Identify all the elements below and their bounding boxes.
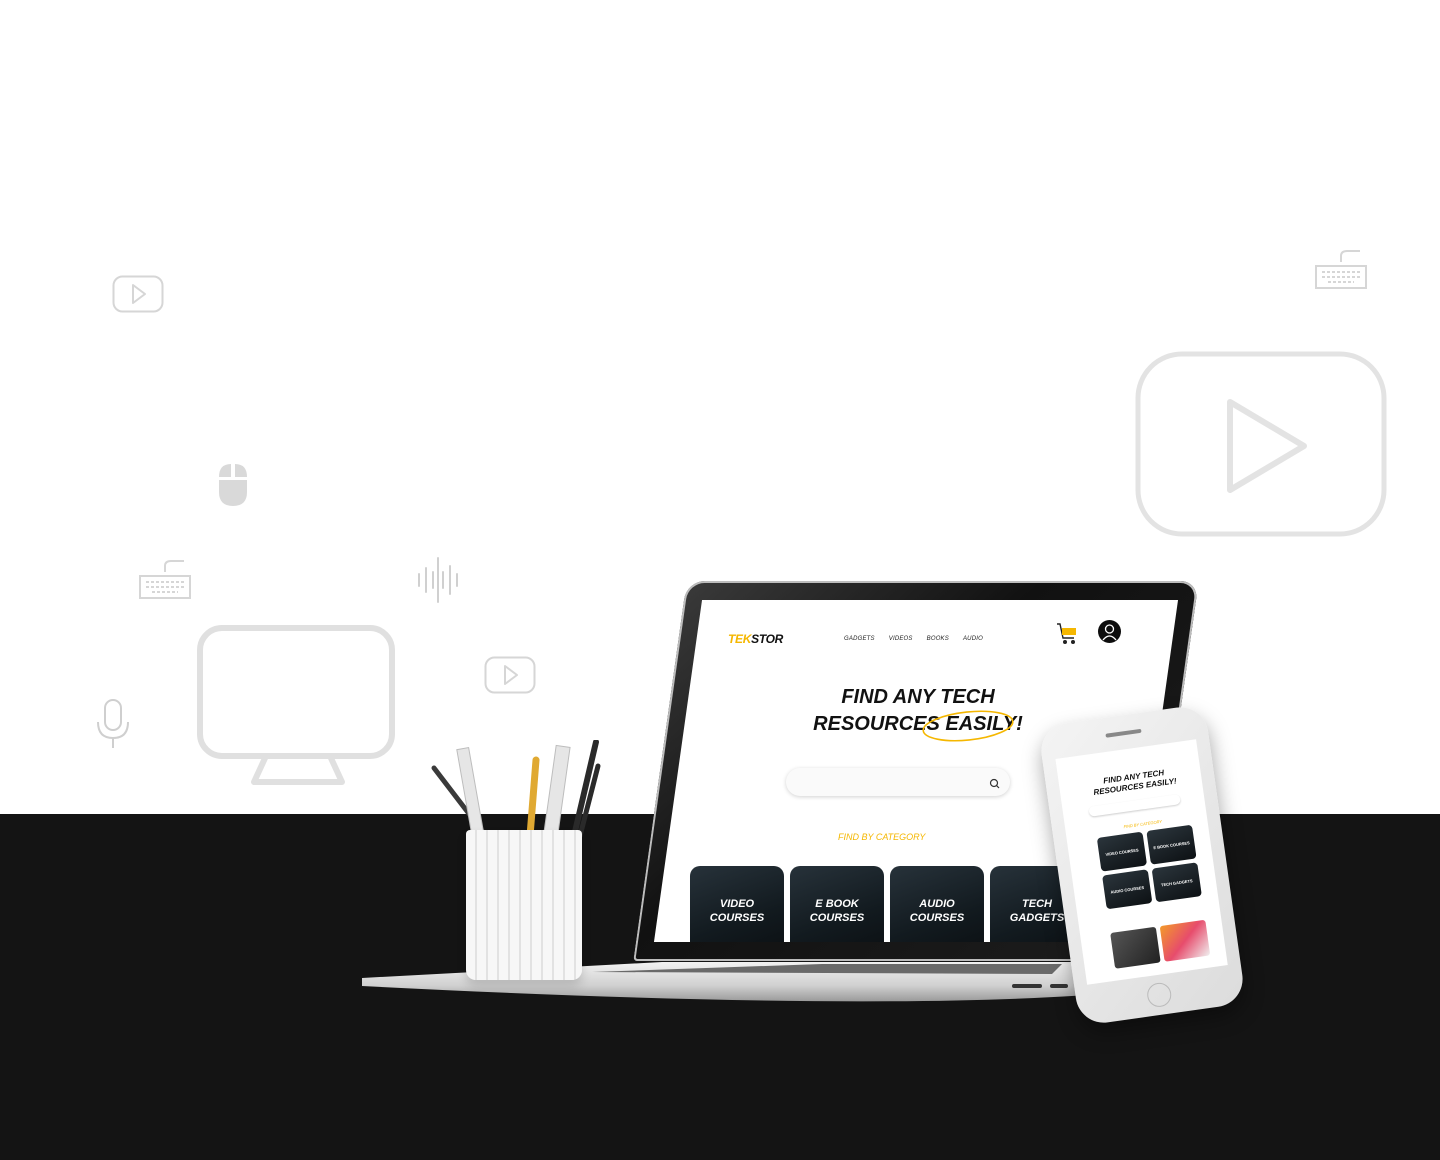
audio-waveform-icon — [416, 556, 460, 604]
mobile-category-card[interactable]: VIDEO COURSES — [1096, 831, 1148, 872]
category-label: E BOOK COURSES — [809, 898, 865, 924]
mobile-search-input[interactable] — [1088, 794, 1180, 817]
monitor-icon — [196, 624, 396, 786]
user-avatar[interactable] — [1098, 620, 1121, 643]
category-card-audio[interactable]: AUDIO COURSES — [890, 866, 984, 942]
phone-home-button — [1145, 981, 1173, 1009]
play-button-icon — [484, 656, 536, 694]
category-card-video[interactable]: VIDEO COURSES — [690, 866, 784, 942]
pencils-icon — [430, 740, 610, 840]
logo-text: STOR — [751, 632, 784, 646]
phone-screen: FIND ANY TECH RESOURCES EASILY! FIND BY … — [1055, 739, 1228, 985]
keyboard-icon — [1314, 248, 1368, 292]
search-input[interactable] — [786, 768, 1010, 796]
category-card-ebook[interactable]: E BOOK COURSES — [790, 866, 884, 942]
mobile-product-image[interactable] — [1110, 926, 1161, 969]
play-button-icon — [112, 275, 164, 313]
category-label: AUDIO COURSES — [909, 898, 965, 924]
site-logo[interactable]: TEKSTOR — [728, 632, 783, 646]
main-nav: GADGETS VIDEOS BOOKS AUDIO — [844, 636, 983, 642]
mobile-category-card[interactable]: TECH GADGETS — [1151, 862, 1202, 903]
play-button-icon — [1134, 350, 1388, 538]
highlight-ellipse — [920, 706, 1016, 751]
keyboard-icon — [138, 558, 192, 602]
mobile-category-heading: FIND BY CATEGORY — [1123, 818, 1163, 830]
nav-item-gadgets[interactable]: GADGETS — [844, 636, 875, 642]
logo-text-accent: TEK — [728, 632, 752, 646]
category-cards: VIDEO COURSES E BOOK COURSES AUDIO COURS… — [690, 866, 1084, 942]
pen-holder — [466, 830, 582, 980]
microphone-icon — [94, 698, 132, 750]
mobile-product-image[interactable] — [1159, 919, 1211, 962]
cart-icon[interactable] — [1056, 622, 1078, 651]
category-heading: FIND BY CATEGORY — [838, 832, 926, 842]
mobile-category-card[interactable]: E BOOK COURSES — [1146, 824, 1197, 865]
mobile-category-card[interactable]: AUDIO COURSES — [1102, 869, 1153, 910]
phone-speaker — [1105, 728, 1142, 738]
mouse-icon — [216, 462, 250, 508]
mobile-category-grid: VIDEO COURSES E BOOK COURSES AUDIO COURS… — [1096, 824, 1202, 910]
nav-item-books[interactable]: BOOKS — [927, 636, 949, 642]
category-label: VIDEO COURSES — [709, 898, 765, 924]
nav-item-videos[interactable]: VIDEOS — [889, 636, 913, 642]
nav-item-audio[interactable]: AUDIO — [963, 636, 983, 642]
search-icon[interactable] — [989, 776, 1000, 794]
